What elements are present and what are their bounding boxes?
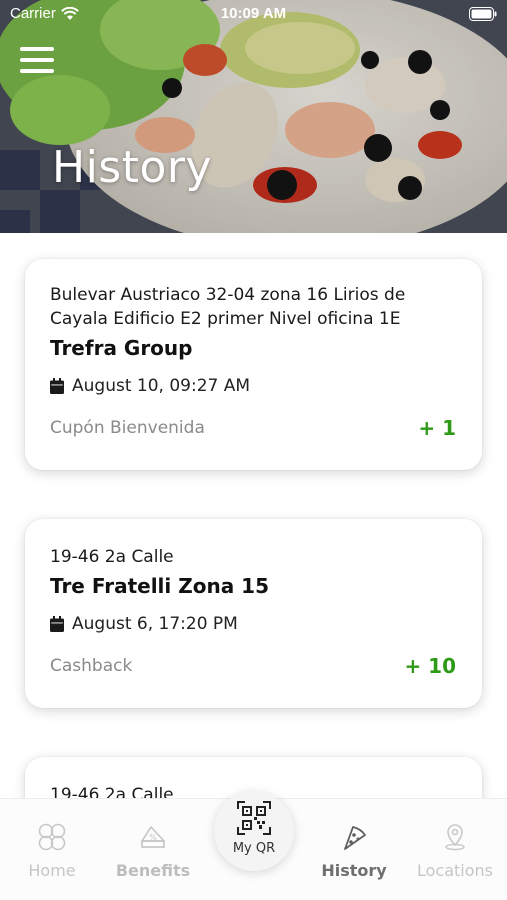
points-earned: + 10 — [404, 654, 456, 678]
points-earned: + 1 — [418, 416, 456, 440]
calendar-icon — [50, 616, 64, 632]
card-footer: Cupón Bienvenida + 1 — [50, 416, 456, 440]
status-time: 10:09 AM — [220, 5, 287, 22]
card-footer: Cashback + 10 — [50, 654, 456, 678]
status-bar: Carrier 10:09 AM — [0, 0, 507, 30]
history-list[interactable]: Bulevar Austriaco 32-04 zona 16 Lirios d… — [0, 233, 507, 800]
date-row: August 10, 09:27 AM — [50, 376, 456, 396]
tab-locations[interactable]: Locations — [405, 823, 505, 880]
transaction-date: August 10, 09:27 AM — [72, 376, 251, 396]
home-icon — [38, 823, 66, 851]
tab-locations-label: Locations — [416, 861, 493, 880]
date-row: August 6, 17:20 PM — [50, 614, 456, 634]
history-card[interactable]: Bulevar Austriaco 32-04 zona 16 Lirios d… — [25, 259, 482, 470]
transaction-date: August 6, 17:20 PM — [72, 614, 238, 634]
calendar-icon — [50, 378, 64, 394]
tab-bar: Home % Benefits My QR History Locations — [0, 791, 507, 900]
location-address: 19-46 2a Calle — [50, 547, 174, 567]
header-banner: Carrier 10:09 AM History — [0, 0, 507, 233]
transaction-type: Cupón Bienvenida — [50, 418, 205, 438]
my-qr-label: My QR — [232, 841, 276, 856]
tab-benefits-label: Benefits — [115, 861, 191, 880]
tab-benefits[interactable]: % Benefits — [103, 823, 203, 880]
history-card[interactable]: 19-46 2a Calle Tre Fratelli Zona 15 Augu… — [25, 519, 482, 708]
food-photo — [0, 0, 507, 233]
menu-icon[interactable] — [20, 47, 56, 77]
benefits-icon: % — [141, 826, 165, 848]
location-address: Bulevar Austriaco 32-04 zona 16 Lirios d… — [50, 285, 406, 329]
location-name: Trefra Group — [50, 336, 193, 360]
qr-icon — [237, 801, 271, 835]
page-title: History — [52, 142, 213, 193]
location-name: Tre Fratelli Zona 15 — [50, 574, 270, 598]
battery-icon — [469, 7, 497, 21]
tab-history-label: History — [321, 861, 387, 880]
my-qr-button[interactable]: My QR — [214, 791, 294, 871]
tab-history[interactable]: History — [304, 823, 404, 880]
tab-home-label: Home — [28, 861, 76, 880]
svg-text:%: % — [149, 833, 157, 842]
location-icon — [445, 824, 465, 851]
history-icon — [344, 826, 366, 850]
transaction-type: Cashback — [50, 656, 133, 676]
tab-home[interactable]: Home — [2, 823, 102, 880]
